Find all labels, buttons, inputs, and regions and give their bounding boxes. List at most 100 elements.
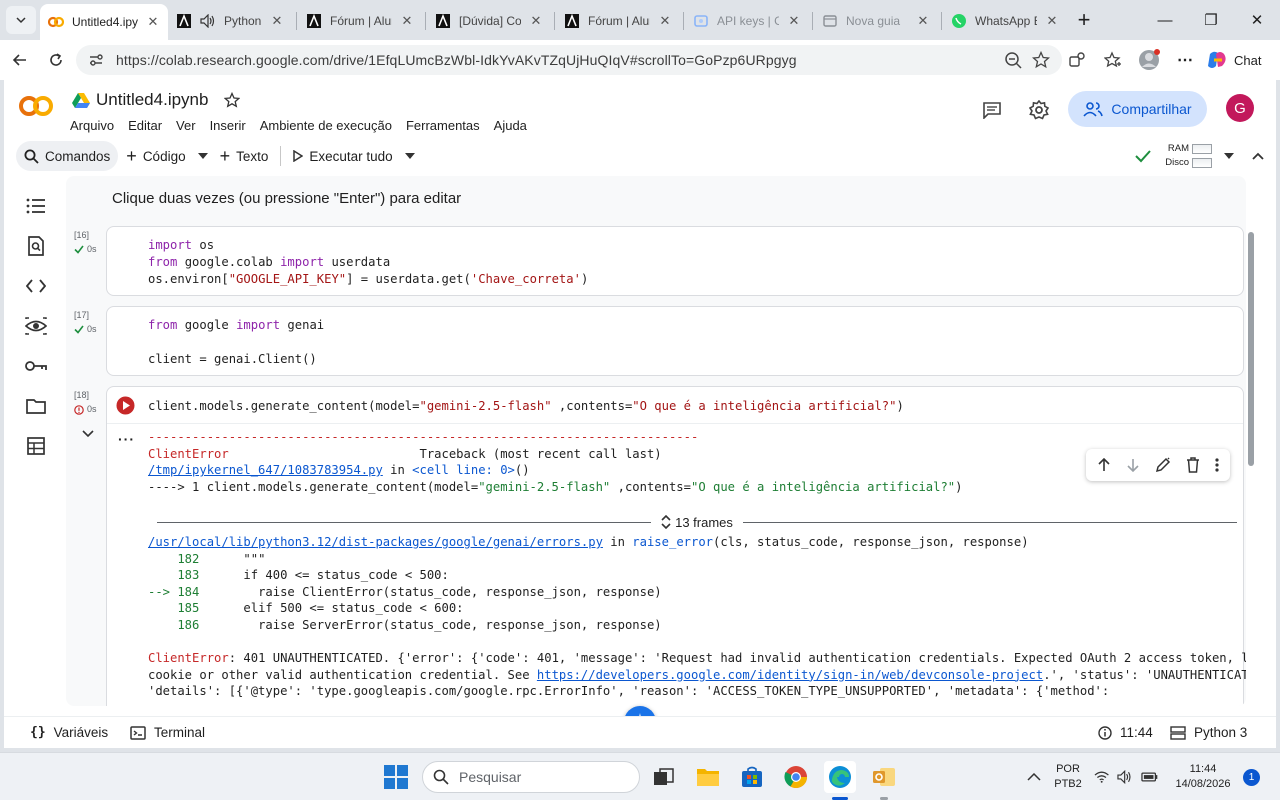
secrets-key-icon[interactable] bbox=[24, 354, 48, 378]
frames-toggle[interactable]: 13 frames bbox=[157, 513, 1237, 531]
system-tray[interactable] bbox=[1094, 761, 1158, 793]
tab-forum-alura-1[interactable]: Fórum | Alura ✕ bbox=[298, 6, 422, 36]
code-snippets-icon[interactable] bbox=[24, 274, 48, 298]
data-table-icon[interactable] bbox=[24, 434, 48, 458]
close-icon[interactable]: ✕ bbox=[916, 13, 930, 29]
close-icon[interactable]: ✕ bbox=[146, 14, 160, 30]
move-down-icon[interactable] bbox=[1126, 458, 1140, 472]
commands-button[interactable]: Comandos bbox=[16, 141, 119, 171]
taskbar-search[interactable]: Pesquisar bbox=[422, 761, 640, 793]
windows-start-icon[interactable] bbox=[380, 761, 412, 793]
files-folder-icon[interactable] bbox=[24, 394, 48, 418]
clock[interactable]: 11:44 14/08/2026 bbox=[1168, 762, 1238, 792]
menu-ver[interactable]: Ver bbox=[176, 116, 203, 135]
profile-icon[interactable] bbox=[1136, 47, 1162, 73]
tab-nova-guia[interactable]: Nova guia ✕ bbox=[814, 6, 938, 36]
traceback-file-link[interactable]: /tmp/ipykernel_647/1083783954.py bbox=[148, 463, 383, 477]
close-window-button[interactable]: ✕ bbox=[1234, 0, 1280, 40]
tab-whatsapp[interactable]: WhatsApp Business ✕ bbox=[943, 6, 1067, 36]
close-icon[interactable]: ✕ bbox=[1045, 13, 1059, 29]
colab-logo[interactable] bbox=[18, 94, 54, 118]
more-vert-icon[interactable] bbox=[1214, 458, 1219, 472]
text-cell-hint[interactable]: Clique duas vezes (ou pressione "Enter")… bbox=[112, 190, 461, 207]
code-cell[interactable]: from google import genai client = genai.… bbox=[106, 306, 1244, 376]
menu-ajuda[interactable]: Ajuda bbox=[494, 116, 534, 135]
microsoft-store-icon[interactable] bbox=[736, 761, 768, 793]
add-code-button[interactable]: + Código bbox=[118, 141, 193, 171]
share-button[interactable]: Compartilhar bbox=[1068, 91, 1207, 127]
add-code-dropdown[interactable] bbox=[194, 141, 212, 171]
code-editor[interactable]: from google import genai client = genai.… bbox=[148, 317, 324, 368]
resource-dropdown[interactable] bbox=[1212, 153, 1246, 159]
add-text-button[interactable]: + Texto bbox=[212, 141, 277, 171]
delete-trash-icon[interactable] bbox=[1186, 457, 1200, 473]
favorites-icon[interactable] bbox=[1100, 47, 1126, 73]
tab-search-button[interactable] bbox=[6, 6, 36, 34]
find-replace-icon[interactable] bbox=[24, 234, 48, 258]
tab-colab[interactable]: Untitled4.ipynb - Colab ✕ bbox=[40, 4, 168, 40]
runtime-type-button[interactable]: Python 3 bbox=[1170, 725, 1247, 740]
menu-arquivo[interactable]: Arquivo bbox=[70, 116, 121, 135]
terminal-button[interactable]: Terminal bbox=[130, 725, 205, 740]
close-icon[interactable]: ✕ bbox=[400, 13, 414, 29]
notification-badge[interactable]: 1 bbox=[1243, 769, 1260, 786]
show-hidden-icons[interactable] bbox=[1018, 761, 1050, 793]
run-all-button[interactable]: Executar tudo bbox=[285, 141, 400, 171]
more-options-icon[interactable]: ⋯ bbox=[1172, 47, 1198, 73]
zoom-out-icon[interactable] bbox=[1000, 47, 1026, 73]
notebook-title[interactable]: Untitled4.ipynb bbox=[96, 90, 208, 110]
comment-icon[interactable] bbox=[978, 96, 1006, 124]
run-all-dropdown[interactable] bbox=[401, 141, 419, 171]
star-icon[interactable] bbox=[224, 92, 241, 108]
url-text[interactable]: https://colab.research.google.com/drive/… bbox=[116, 52, 797, 68]
outlook-icon[interactable] bbox=[868, 761, 900, 793]
close-icon[interactable]: ✕ bbox=[658, 13, 672, 29]
close-icon[interactable]: ✕ bbox=[529, 13, 543, 29]
resource-monitor[interactable]: RAM Disco bbox=[1165, 142, 1212, 170]
collapse-output-button[interactable] bbox=[82, 430, 94, 438]
copilot-chat-button[interactable]: Chat bbox=[1206, 46, 1274, 74]
variables-button[interactable]: {} Variáveis bbox=[30, 725, 108, 740]
menu-ambiente[interactable]: Ambiente de execução bbox=[260, 116, 399, 135]
file-explorer-icon[interactable] bbox=[692, 761, 724, 793]
site-info-icon[interactable] bbox=[88, 52, 104, 68]
error-help-link[interactable]: https://developers.google.com/identity/s… bbox=[537, 668, 1043, 682]
account-avatar[interactable]: G bbox=[1226, 94, 1254, 122]
back-button[interactable] bbox=[6, 46, 34, 74]
bookmark-star-icon[interactable] bbox=[1028, 47, 1054, 73]
tab-forum-alura-2[interactable]: Fórum | Alura ✕ bbox=[556, 6, 680, 36]
edit-pencil-icon[interactable] bbox=[1155, 457, 1171, 473]
extension-icon[interactable] bbox=[1064, 47, 1090, 73]
address-bar[interactable]: https://colab.research.google.com/drive/… bbox=[76, 45, 1062, 75]
close-icon[interactable]: ✕ bbox=[270, 13, 284, 29]
traceback-file-link[interactable]: /usr/local/lib/python3.12/dist-packages/… bbox=[148, 535, 603, 549]
task-view-icon[interactable] bbox=[648, 761, 680, 793]
language-indicator[interactable]: POR PTB2 bbox=[1050, 762, 1086, 792]
variables-inspector-icon[interactable] bbox=[24, 314, 48, 338]
menu-ferramentas[interactable]: Ferramentas bbox=[406, 116, 487, 135]
menu-inserir[interactable]: Inserir bbox=[210, 116, 253, 135]
speaker-icon[interactable] bbox=[200, 13, 216, 29]
code-cell-active[interactable]: client.models.generate_content(model="ge… bbox=[106, 386, 1246, 706]
run-cell-button[interactable] bbox=[116, 396, 135, 415]
tab-duvida[interactable]: [Dúvida] Consulta ✕ bbox=[427, 6, 551, 36]
close-icon[interactable]: ✕ bbox=[787, 13, 801, 29]
collapse-header-button[interactable] bbox=[1246, 152, 1270, 160]
menu-editar[interactable]: Editar bbox=[128, 116, 169, 135]
output-menu-icon[interactable]: ··· bbox=[118, 431, 135, 447]
move-up-icon[interactable] bbox=[1097, 458, 1111, 472]
new-tab-button[interactable]: + bbox=[1068, 0, 1100, 40]
table-of-contents-icon[interactable] bbox=[24, 194, 48, 218]
tab-api-keys[interactable]: API keys | Google ✕ bbox=[685, 6, 809, 36]
code-editor[interactable]: import os from google.colab import userd… bbox=[148, 237, 588, 288]
edge-icon[interactable] bbox=[824, 761, 856, 793]
chrome-icon[interactable] bbox=[780, 761, 812, 793]
code-editor[interactable]: client.models.generate_content(model="ge… bbox=[148, 398, 904, 415]
minimize-button[interactable]: — bbox=[1142, 0, 1188, 40]
code-cell[interactable]: import os from google.colab import userd… bbox=[106, 226, 1244, 296]
settings-gear-icon[interactable] bbox=[1025, 96, 1053, 124]
notebook-scrollbar[interactable] bbox=[1248, 232, 1254, 466]
last-run-info[interactable]: 11:44 bbox=[1098, 725, 1153, 740]
reload-button[interactable] bbox=[42, 46, 70, 74]
tab-python[interactable]: Python: Intro ✕ bbox=[168, 6, 292, 36]
